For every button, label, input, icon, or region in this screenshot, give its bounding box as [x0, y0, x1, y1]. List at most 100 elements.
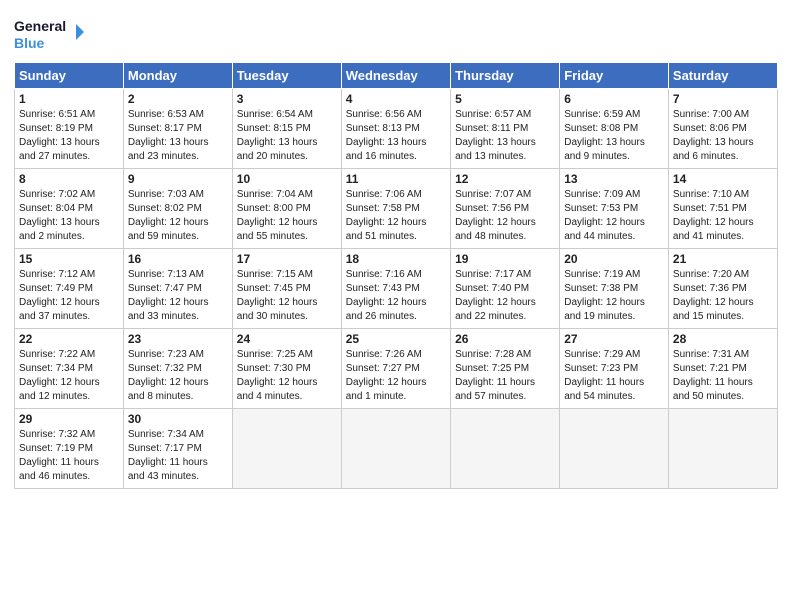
day-number: 24 [237, 332, 337, 346]
calendar-day-cell: 17Sunrise: 7:15 AMSunset: 7:45 PMDayligh… [232, 249, 341, 329]
page-container: General Blue SundayMondayTuesdayWednesda… [0, 0, 792, 499]
weekday-header: Tuesday [232, 63, 341, 89]
calendar-day-cell: 14Sunrise: 7:10 AMSunset: 7:51 PMDayligh… [668, 169, 777, 249]
day-info: Sunrise: 7:34 AMSunset: 7:17 PMDaylight:… [128, 428, 228, 484]
day-number: 22 [19, 332, 119, 346]
day-info: Sunrise: 7:17 AMSunset: 7:40 PMDaylight:… [455, 268, 555, 324]
calendar-day-cell: 25 Sunrise: 7:26 AMSunset: 7:27 PMDayligh… [341, 329, 450, 409]
header: General Blue [14, 10, 778, 54]
calendar-day-cell: 16 Sunrise: 7:13 AMSunset: 7:47 PMDayligh… [123, 249, 232, 329]
day-number: 3 [237, 92, 337, 106]
calendar-day-cell [560, 409, 669, 489]
day-number: 2 [128, 92, 228, 106]
calendar-day-cell: 21 Sunrise: 7:20 AMSunset: 7:36 PMDayligh… [668, 249, 777, 329]
day-number: 27 [564, 332, 664, 346]
day-info: Sunrise: 7:20 AMSunset: 7:36 PMDaylight:… [673, 268, 773, 324]
calendar-day-cell: 22 Sunrise: 7:22 AMSunset: 7:34 PMDayligh… [15, 329, 124, 409]
day-info: Sunrise: 6:59 AMSunset: 8:08 PMDaylight:… [564, 108, 664, 164]
day-number: 28 [673, 332, 773, 346]
calendar-day-cell: 29 Sunrise: 7:32 AMSunset: 7:19 PMDayligh… [15, 409, 124, 489]
day-info: Sunrise: 7:00 AMSunset: 8:06 PMDaylight:… [673, 108, 773, 164]
logo-svg: General Blue [14, 14, 84, 54]
day-number: 20 [564, 252, 664, 266]
day-number: 13 [564, 172, 664, 186]
day-info: Sunrise: 7:10 AMSunset: 7:51 PMDaylight:… [673, 188, 773, 244]
calendar-day-cell: 26 Sunrise: 7:28 AMSunset: 7:25 PMDayligh… [451, 329, 560, 409]
day-info: Sunrise: 7:26 AMSunset: 7:27 PMDaylight:… [346, 348, 446, 404]
day-info: Sunrise: 7:04 AMSunset: 8:00 PMDaylight:… [237, 188, 337, 244]
weekday-header: Thursday [451, 63, 560, 89]
day-number: 29 [19, 412, 119, 426]
day-number: 5 [455, 92, 555, 106]
day-number: 11 [346, 172, 446, 186]
weekday-header: Saturday [668, 63, 777, 89]
calendar-day-cell: 13 Sunrise: 7:09 AMSunset: 7:53 PMDayligh… [560, 169, 669, 249]
day-number: 8 [19, 172, 119, 186]
day-info: Sunrise: 7:29 AMSunset: 7:23 PMDaylight:… [564, 348, 664, 404]
calendar-week-row: 1Sunrise: 6:51 AMSunset: 8:19 PMDaylight… [15, 89, 778, 169]
calendar-day-cell: 11 Sunrise: 7:06 AMSunset: 7:58 PMDayligh… [341, 169, 450, 249]
calendar-day-cell: 20 Sunrise: 7:19 AMSunset: 7:38 PMDayligh… [560, 249, 669, 329]
calendar-day-cell: 4Sunrise: 6:56 AMSunset: 8:13 PMDaylight… [341, 89, 450, 169]
calendar-day-cell [451, 409, 560, 489]
day-number: 6 [564, 92, 664, 106]
calendar-day-cell: 12 Sunrise: 7:07 AMSunset: 7:56 PMDayligh… [451, 169, 560, 249]
calendar-day-cell: 19 Sunrise: 7:17 AMSunset: 7:40 PMDayligh… [451, 249, 560, 329]
calendar-day-cell: 7 Sunrise: 7:00 AMSunset: 8:06 PMDaylight… [668, 89, 777, 169]
day-info: Sunrise: 7:19 AMSunset: 7:38 PMDaylight:… [564, 268, 664, 324]
day-number: 19 [455, 252, 555, 266]
day-info: Sunrise: 7:23 AMSunset: 7:32 PMDaylight:… [128, 348, 228, 404]
calendar-day-cell: 18Sunrise: 7:16 AMSunset: 7:43 PMDayligh… [341, 249, 450, 329]
day-info: Sunrise: 7:28 AMSunset: 7:25 PMDaylight:… [455, 348, 555, 404]
day-info: Sunrise: 7:07 AMSunset: 7:56 PMDaylight:… [455, 188, 555, 244]
day-info: Sunrise: 6:54 AMSunset: 8:15 PMDaylight:… [237, 108, 337, 164]
svg-text:Blue: Blue [14, 35, 45, 51]
day-number: 12 [455, 172, 555, 186]
day-number: 18 [346, 252, 446, 266]
day-info: Sunrise: 7:02 AMSunset: 8:04 PMDaylight:… [19, 188, 119, 244]
calendar-day-cell: 24 Sunrise: 7:25 AMSunset: 7:30 PMDayligh… [232, 329, 341, 409]
calendar-day-cell: 8 Sunrise: 7:02 AMSunset: 8:04 PMDaylight… [15, 169, 124, 249]
weekday-header: Sunday [15, 63, 124, 89]
day-number: 10 [237, 172, 337, 186]
calendar-week-row: 22 Sunrise: 7:22 AMSunset: 7:34 PMDayligh… [15, 329, 778, 409]
day-info: Sunrise: 7:09 AMSunset: 7:53 PMDaylight:… [564, 188, 664, 244]
calendar-table: SundayMondayTuesdayWednesdayThursdayFrid… [14, 62, 778, 489]
day-number: 7 [673, 92, 773, 106]
day-info: Sunrise: 7:12 AMSunset: 7:49 PMDaylight:… [19, 268, 119, 324]
calendar-week-row: 29 Sunrise: 7:32 AMSunset: 7:19 PMDayligh… [15, 409, 778, 489]
day-info: Sunrise: 7:13 AMSunset: 7:47 PMDaylight:… [128, 268, 228, 324]
calendar-day-cell: 3 Sunrise: 6:54 AMSunset: 8:15 PMDaylight… [232, 89, 341, 169]
day-info: Sunrise: 6:51 AMSunset: 8:19 PMDaylight:… [19, 108, 119, 164]
calendar-day-cell: 30 Sunrise: 7:34 AMSunset: 7:17 PMDayligh… [123, 409, 232, 489]
day-number: 23 [128, 332, 228, 346]
calendar-day-cell: 5Sunrise: 6:57 AMSunset: 8:11 PMDaylight… [451, 89, 560, 169]
svg-text:General: General [14, 18, 66, 34]
day-number: 26 [455, 332, 555, 346]
day-number: 16 [128, 252, 228, 266]
calendar-day-cell: 1Sunrise: 6:51 AMSunset: 8:19 PMDaylight… [15, 89, 124, 169]
calendar-day-cell [232, 409, 341, 489]
calendar-week-row: 15 Sunrise: 7:12 AMSunset: 7:49 PMDayligh… [15, 249, 778, 329]
day-info: Sunrise: 7:32 AMSunset: 7:19 PMDaylight:… [19, 428, 119, 484]
day-number: 21 [673, 252, 773, 266]
day-info: Sunrise: 7:22 AMSunset: 7:34 PMDaylight:… [19, 348, 119, 404]
day-number: 30 [128, 412, 228, 426]
day-number: 17 [237, 252, 337, 266]
calendar-day-cell [341, 409, 450, 489]
day-number: 9 [128, 172, 228, 186]
calendar-day-cell: 9 Sunrise: 7:03 AMSunset: 8:02 PMDaylight… [123, 169, 232, 249]
logo: General Blue [14, 14, 84, 54]
weekday-header: Wednesday [341, 63, 450, 89]
day-info: Sunrise: 7:06 AMSunset: 7:58 PMDaylight:… [346, 188, 446, 244]
day-number: 25 [346, 332, 446, 346]
weekday-header: Friday [560, 63, 669, 89]
calendar-day-cell: 6 Sunrise: 6:59 AMSunset: 8:08 PMDaylight… [560, 89, 669, 169]
day-info: Sunrise: 7:25 AMSunset: 7:30 PMDaylight:… [237, 348, 337, 404]
calendar-day-cell: 15 Sunrise: 7:12 AMSunset: 7:49 PMDayligh… [15, 249, 124, 329]
day-info: Sunrise: 7:31 AMSunset: 7:21 PMDaylight:… [673, 348, 773, 404]
day-info: Sunrise: 7:03 AMSunset: 8:02 PMDaylight:… [128, 188, 228, 244]
calendar-day-cell: 28 Sunrise: 7:31 AMSunset: 7:21 PMDayligh… [668, 329, 777, 409]
day-number: 4 [346, 92, 446, 106]
day-number: 15 [19, 252, 119, 266]
